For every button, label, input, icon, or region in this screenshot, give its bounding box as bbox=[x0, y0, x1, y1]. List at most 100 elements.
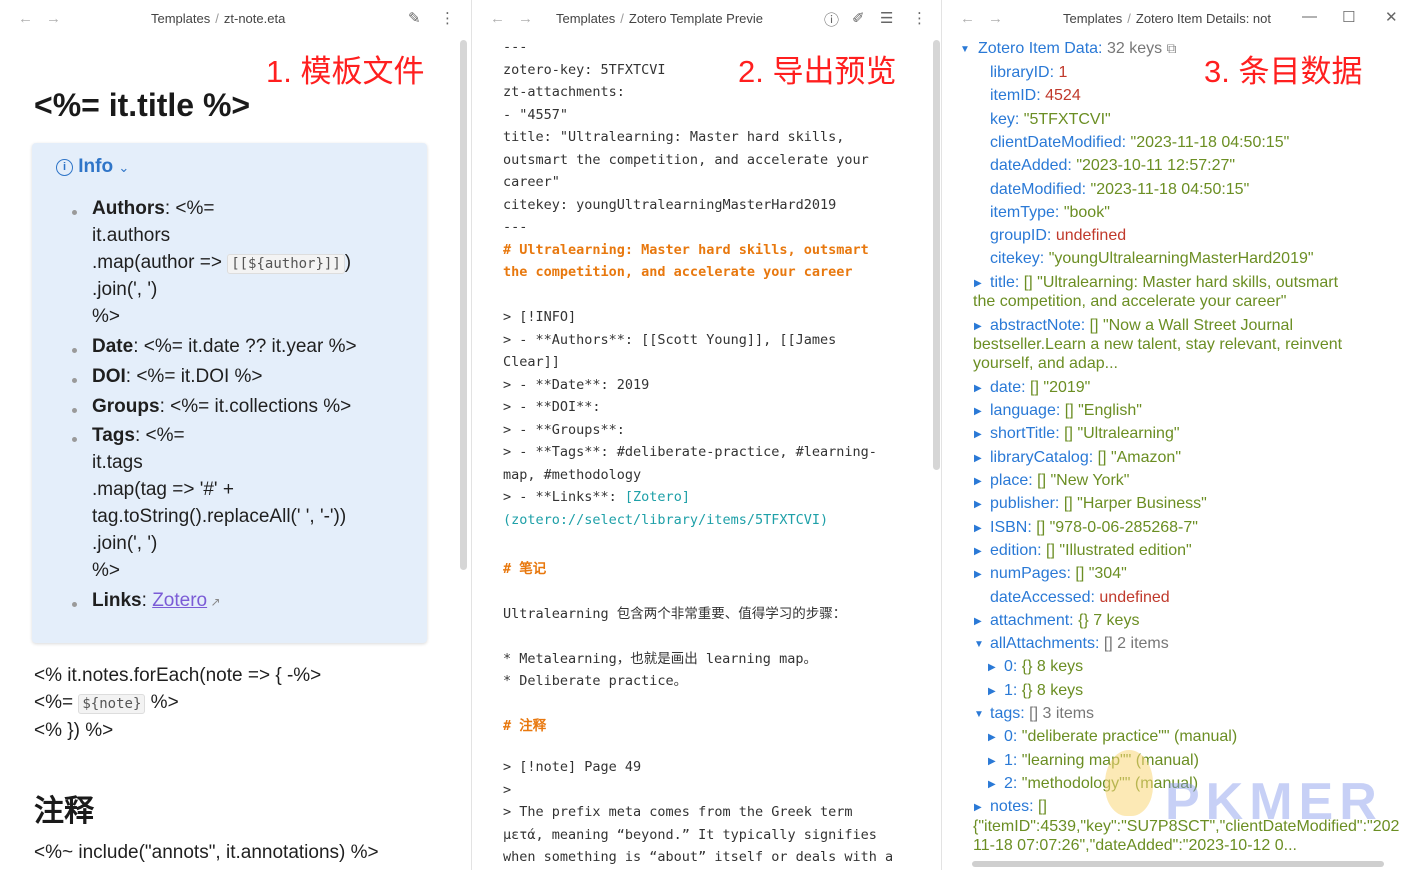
edit-icon[interactable]: ✎ bbox=[408, 9, 421, 27]
expanded-triangle-icon[interactable]: ▼ bbox=[974, 709, 984, 720]
tree-row[interactable]: allAttachments: [] 2 items bbox=[990, 635, 1169, 653]
tree-row[interactable]: attachment: {} 7 keys bbox=[990, 612, 1139, 630]
tree-row[interactable]: edition: [] "Illustrated edition" bbox=[990, 542, 1192, 560]
preview-line: # 笔记 bbox=[503, 560, 547, 577]
expanded-triangle-icon[interactable]: ▼ bbox=[974, 639, 984, 650]
back-icon[interactable]: ← bbox=[18, 10, 33, 27]
tree-row[interactable]: title: [] "Ultralearning: Master hard sk… bbox=[990, 274, 1338, 292]
tree-row[interactable]: dateAdded: "2023-10-11 12:57:27" bbox=[990, 157, 1235, 175]
tree-row[interactable]: shortTitle: [] "Ultralearning" bbox=[990, 425, 1180, 443]
brand-logo-icon bbox=[1105, 750, 1153, 816]
collapsed-triangle-icon[interactable]: ▶ bbox=[974, 321, 982, 332]
forward-icon[interactable]: → bbox=[518, 10, 533, 27]
pane-header: ← → Templates / Zotero Item Details: not —… bbox=[942, 0, 1412, 36]
tree-row[interactable]: ISBN: [] "978-0-06-285268-7" bbox=[990, 519, 1198, 537]
tree-row[interactable]: 0: {} 8 keys bbox=[1004, 658, 1083, 676]
tree-row[interactable]: numPages: [] "304" bbox=[990, 565, 1127, 583]
tree-row[interactable]: libraryID: 1 bbox=[990, 64, 1067, 82]
callout-line: DOI: <%= it.DOI %> bbox=[92, 366, 263, 387]
collapsed-triangle-icon[interactable]: ▶ bbox=[974, 523, 982, 534]
tree-row[interactable]: abstractNote: [] "Now a Wall Street Jour… bbox=[990, 317, 1293, 335]
collapsed-triangle-icon[interactable]: ▶ bbox=[988, 732, 996, 743]
tree-row[interactable]: 0: "deliberate practice"" (manual) bbox=[1004, 728, 1237, 746]
tree-row[interactable]: clientDateModified: "2023-11-18 04:50:15… bbox=[990, 134, 1289, 152]
expanded-triangle-icon[interactable]: ▼ bbox=[960, 44, 970, 55]
breadcrumb: Templates / Zotero Template Previe bbox=[556, 11, 764, 26]
tree-row[interactable]: groupID: undefined bbox=[990, 227, 1126, 245]
collapsed-triangle-icon[interactable]: ▶ bbox=[974, 802, 982, 813]
back-icon[interactable]: ← bbox=[960, 10, 975, 27]
collapsed-triangle-icon[interactable]: ▶ bbox=[974, 546, 982, 557]
bullet-icon bbox=[72, 378, 77, 383]
preview-line: > - **Links**: [Zotero] bbox=[503, 489, 690, 505]
collapsed-triangle-icon[interactable]: ▶ bbox=[974, 383, 982, 394]
horizontal-scrollbar[interactable] bbox=[972, 861, 1384, 867]
chevron-down-icon: ⌄ bbox=[118, 160, 130, 175]
scrollbar[interactable] bbox=[460, 40, 467, 570]
collapsed-triangle-icon[interactable]: ▶ bbox=[988, 686, 996, 697]
preview-line: # Ultralearning: Master hard skills, out… bbox=[503, 241, 869, 258]
breadcrumb-item[interactable]: zt-note.eta bbox=[224, 11, 285, 26]
collapsed-triangle-icon[interactable]: ▶ bbox=[974, 406, 982, 417]
callout-line: Links: Zotero ↗ bbox=[92, 590, 221, 611]
collapsed-triangle-icon[interactable]: ▶ bbox=[974, 453, 982, 464]
tree-row[interactable]: itemType: "book" bbox=[990, 204, 1110, 222]
more-options-icon[interactable]: ⋮ bbox=[912, 9, 927, 27]
collapsed-triangle-icon[interactable]: ▶ bbox=[974, 476, 982, 487]
breadcrumb-item[interactable]: Zotero Template Previe bbox=[629, 11, 763, 26]
breadcrumb-item[interactable]: Templates bbox=[556, 11, 615, 26]
back-icon[interactable]: ← bbox=[490, 10, 505, 27]
tree-row[interactable]: dateModified: "2023-11-18 04:50:15" bbox=[990, 181, 1249, 199]
list-icon[interactable]: ☰ bbox=[880, 9, 893, 27]
collapsed-triangle-icon[interactable]: ▶ bbox=[974, 569, 982, 580]
tree-row[interactable]: tags: [] 3 items bbox=[990, 705, 1094, 723]
collapsed-triangle-icon[interactable]: ▶ bbox=[974, 429, 982, 440]
copy-icon[interactable]: ⧉ bbox=[1167, 40, 1177, 56]
maximize-icon[interactable]: ☐ bbox=[1342, 8, 1355, 26]
callout-title: Info bbox=[78, 156, 114, 177]
collapsed-triangle-icon[interactable]: ▶ bbox=[988, 662, 996, 673]
tree-row-wrap: the competition, and accelerate your car… bbox=[973, 293, 1287, 310]
more-options-icon[interactable]: ⋮ bbox=[440, 9, 455, 27]
tree-row[interactable]: publisher: [] "Harper Business" bbox=[990, 495, 1207, 513]
minimize-icon[interactable]: — bbox=[1302, 8, 1317, 25]
collapsed-triangle-icon[interactable]: ▶ bbox=[988, 756, 996, 767]
tree-row[interactable]: citekey: "youngUltralearningMasterHard20… bbox=[990, 250, 1314, 268]
tree-row[interactable]: place: [] "New York" bbox=[990, 472, 1129, 490]
tree-row[interactable]: 1: "learning map"" (manual) bbox=[1004, 752, 1199, 770]
pane-header: ← → Templates / zt-note.eta ✎ ⋮ bbox=[0, 0, 470, 36]
annotation-label: 1. 模板文件 bbox=[266, 54, 425, 89]
scrollbar[interactable] bbox=[933, 40, 940, 470]
preview-line: Clear]] bbox=[503, 354, 560, 370]
callout-header[interactable]: i Info ⌄ bbox=[56, 156, 129, 178]
tree-row[interactable]: 1: {} 8 keys bbox=[1004, 682, 1083, 700]
tree-row[interactable]: language: [] "English" bbox=[990, 402, 1142, 420]
callout-line: .map(author => [[${author}]]) bbox=[92, 252, 352, 274]
brush-icon[interactable]: ✐ bbox=[852, 9, 865, 27]
tree-row[interactable]: dateAccessed: undefined bbox=[990, 589, 1170, 607]
preview-line: --- bbox=[503, 219, 528, 235]
zotero-link[interactable]: Zotero bbox=[152, 590, 207, 611]
collapsed-triangle-icon[interactable]: ▶ bbox=[974, 499, 982, 510]
tree-row[interactable]: libraryCatalog: [] "Amazon" bbox=[990, 449, 1181, 467]
callout-line: Authors: <%= bbox=[92, 198, 215, 219]
breadcrumb-item[interactable]: Zotero Item Details: not bbox=[1136, 11, 1271, 26]
tree-row[interactable]: itemID: 4524 bbox=[990, 87, 1081, 105]
forward-icon[interactable]: → bbox=[46, 10, 61, 27]
breadcrumb-item[interactable]: Templates bbox=[151, 11, 210, 26]
preview-line: * Deliberate practice。 bbox=[503, 673, 688, 689]
annotation-label: 3. 条目数据 bbox=[1204, 54, 1363, 89]
preview-line: citekey: youngUltralearningMasterHard201… bbox=[503, 196, 837, 213]
collapsed-triangle-icon[interactable]: ▶ bbox=[988, 779, 996, 790]
bullet-icon bbox=[72, 602, 77, 607]
info-icon[interactable]: ⓘ bbox=[824, 9, 839, 30]
close-icon[interactable]: ✕ bbox=[1385, 8, 1398, 26]
preview-line: career" bbox=[503, 174, 560, 190]
collapsed-triangle-icon[interactable]: ▶ bbox=[974, 616, 982, 627]
tree-row[interactable]: date: [] "2019" bbox=[990, 379, 1090, 397]
breadcrumb-item[interactable]: Templates bbox=[1063, 11, 1122, 26]
tree-row[interactable]: key: "5TFXTCVI" bbox=[990, 111, 1111, 129]
collapsed-triangle-icon[interactable]: ▶ bbox=[974, 278, 982, 289]
tree-row[interactable]: notes: [] bbox=[990, 798, 1047, 816]
forward-icon[interactable]: → bbox=[988, 10, 1003, 27]
